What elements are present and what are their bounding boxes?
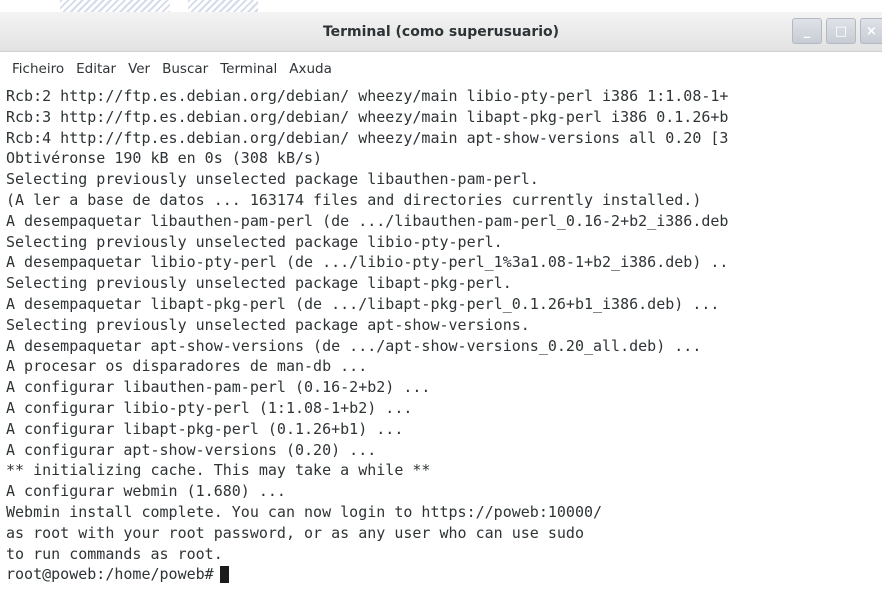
terminal-line: Selecting previously unselected package … <box>6 232 503 251</box>
terminal-line: Rcb:2 http://ftp.es.debian.org/debian/ w… <box>6 87 729 105</box>
terminal-line: A configurar libapt-pkg-perl (0.1.26+b1)… <box>6 419 404 438</box>
terminal-line: A desempaquetar libio-pty-perl (de .../l… <box>6 253 729 272</box>
terminal-line: A desempaquetar apt-show-versions (de ..… <box>6 336 702 355</box>
terminal-line: Webmin install complete. You can now log… <box>6 502 603 521</box>
maximize-button[interactable]: □ <box>826 18 856 44</box>
terminal-line: Rcb:4 http://ftp.es.debian.org/debian/ w… <box>6 128 729 147</box>
maximize-icon: □ <box>834 23 848 39</box>
decorative-hatch-right <box>188 0 258 12</box>
terminal-line: Selecting previously unselected package … <box>6 170 539 189</box>
close-button[interactable]: × <box>860 18 882 44</box>
menu-ficheiro[interactable]: Ficheiro <box>6 61 70 77</box>
terminal-line: A configurar apt-show-versions (0.20) ..… <box>6 440 377 459</box>
minimize-button[interactable]: _ <box>792 18 822 44</box>
window-titlebar[interactable]: Terminal (como superusuario) _ □ × <box>0 12 882 52</box>
terminal-prompt: root@poweb:/home/poweb# <box>6 565 214 584</box>
menu-ver[interactable]: Ver <box>122 61 156 77</box>
window-controls: _ □ × <box>792 18 882 44</box>
terminal-line: Obtivéronse 190 kB en 0s (308 kB/s) <box>6 149 323 168</box>
terminal-output[interactable]: Rcb:2 http://ftp.es.debian.org/debian/ w… <box>0 85 882 608</box>
text-cursor <box>219 566 229 584</box>
terminal-line: A configurar libio-pty-perl (1:1.08-1+b2… <box>6 398 413 417</box>
terminal-line: A configurar libauthen-pam-perl (0.16-2+… <box>6 378 431 397</box>
menubar: Ficheiro Editar Ver Buscar Terminal Axud… <box>0 52 882 85</box>
terminal-line: A desempaquetar libapt-pkg-perl (de .../… <box>6 294 720 313</box>
terminal-line: A configurar webmin (1.680) ... <box>6 482 286 501</box>
close-icon: × <box>866 23 877 39</box>
terminal-line: A procesar os disparadores de man-db ... <box>6 357 368 376</box>
terminal-line: Selecting previously unselected package … <box>6 274 512 293</box>
terminal-line: ** initializing cache. This may take a w… <box>6 461 431 480</box>
terminal-prompt-line[interactable]: root@poweb:/home/poweb# <box>6 564 882 585</box>
terminal-line: (A ler a base de datos ... 163174 files … <box>6 190 702 209</box>
minimize-icon: _ <box>803 23 811 39</box>
menu-axuda[interactable]: Axuda <box>283 61 338 77</box>
menu-editar[interactable]: Editar <box>70 61 122 77</box>
decorative-hatch-left <box>60 0 170 12</box>
menu-terminal[interactable]: Terminal <box>214 61 283 77</box>
terminal-line: as root with your root password, or as a… <box>6 523 584 542</box>
menu-buscar[interactable]: Buscar <box>156 61 214 77</box>
terminal-line: Selecting previously unselected package … <box>6 315 530 334</box>
terminal-line: A desempaquetar libauthen-pam-perl (de .… <box>6 211 729 230</box>
terminal-line: to run commands as root. <box>6 544 223 563</box>
window-title: Terminal (como superusuario) <box>322 24 560 40</box>
terminal-line: Rcb:3 http://ftp.es.debian.org/debian/ w… <box>6 107 729 126</box>
